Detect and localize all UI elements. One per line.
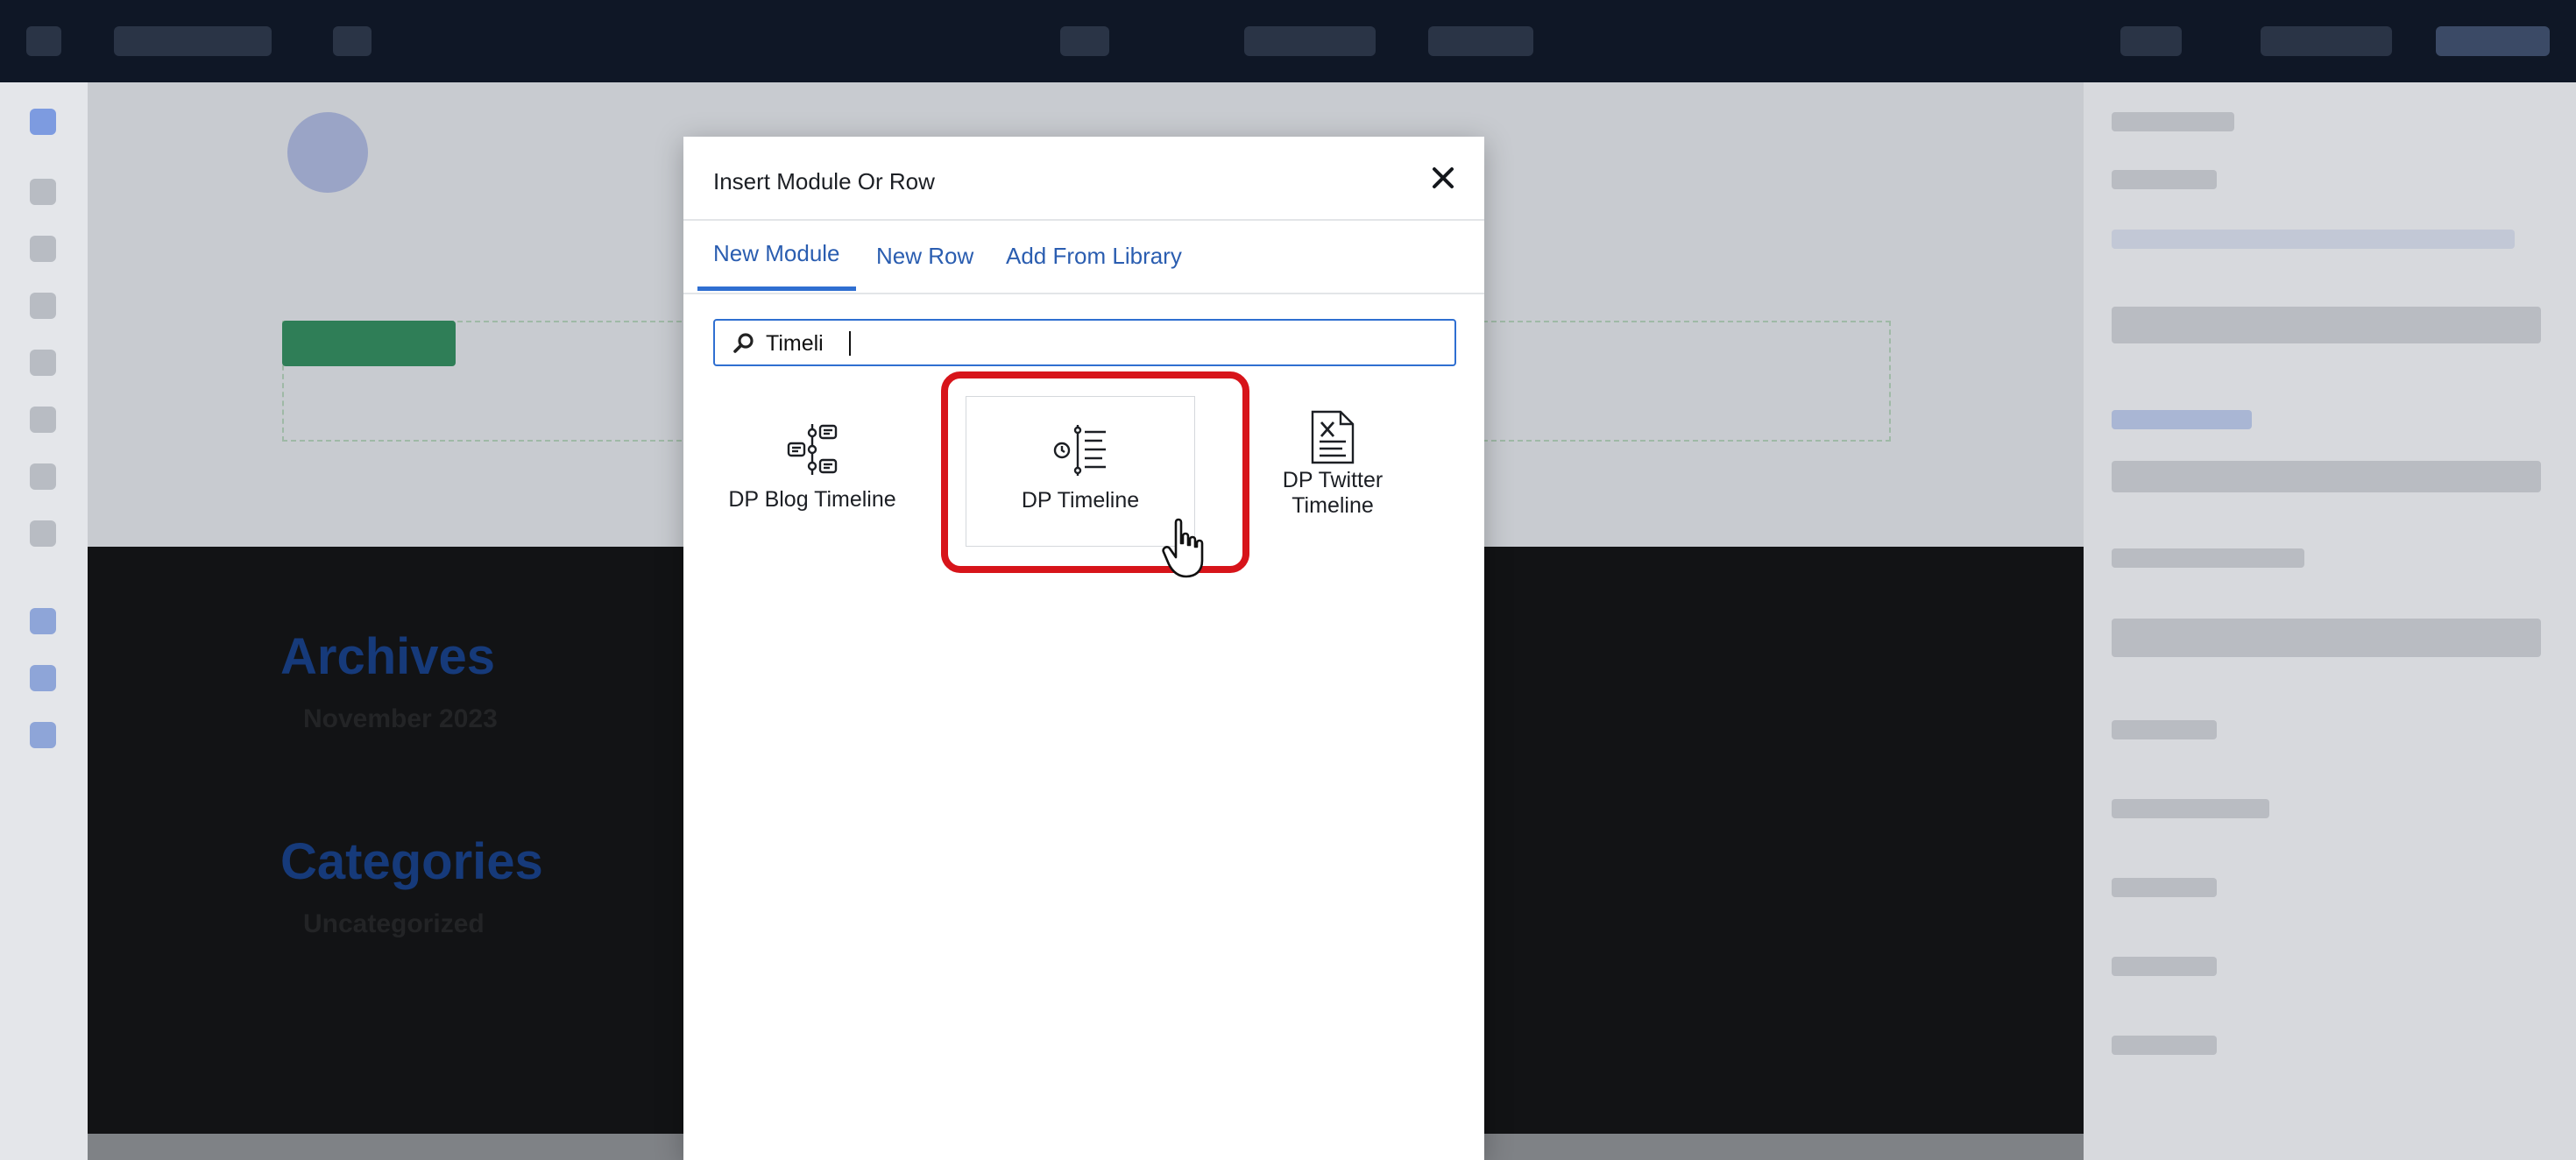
panel-section[interactable] <box>2112 548 2304 568</box>
tab-add-from-library[interactable]: Add From Library <box>1006 221 1182 291</box>
insert-module-dialog: Insert Module Or Row New Module New Row … <box>683 137 1484 1160</box>
toolbar-icon[interactable] <box>30 407 56 433</box>
categories-heading: Categories <box>280 833 543 890</box>
panel-search[interactable] <box>2112 307 2541 343</box>
panel-field[interactable] <box>2112 461 2541 492</box>
module-label: DP Twitter Timeline <box>1282 468 1384 518</box>
dialog-header: Insert Module Or Row <box>683 137 1484 221</box>
preview-chip[interactable] <box>2261 26 2392 56</box>
close-icon <box>1433 167 1454 188</box>
dialog-title: Insert Module Or Row <box>713 168 935 195</box>
timeline-icon <box>1053 425 1106 476</box>
module-dp-blog-timeline[interactable]: DP Blog Timeline <box>697 396 927 547</box>
post-title-chip[interactable] <box>114 26 272 56</box>
panel-section[interactable] <box>2112 1036 2217 1055</box>
builder-topbar <box>0 0 2576 82</box>
panel-section[interactable] <box>2112 720 2217 739</box>
module-label: DP Blog Timeline <box>728 487 896 512</box>
builder-left-toolbar <box>0 82 88 1160</box>
categories-item: Uncategorized <box>303 909 485 938</box>
toolbar-icon[interactable] <box>30 463 56 490</box>
row-label-chip <box>282 321 456 366</box>
tab-new-module[interactable]: New Module <box>697 221 856 291</box>
toolbar-icon[interactable] <box>30 608 56 634</box>
toolbar-icon[interactable] <box>30 665 56 691</box>
panel-section[interactable] <box>2112 957 2217 976</box>
device-icon[interactable] <box>1060 26 1109 56</box>
save-chip[interactable] <box>2436 26 2550 56</box>
twitter-timeline-icon <box>1311 410 1355 464</box>
panel-tabs[interactable] <box>2112 230 2515 249</box>
menu-icon[interactable] <box>26 26 61 56</box>
panel-button[interactable] <box>2112 619 2541 657</box>
panel-section[interactable] <box>2112 410 2252 429</box>
toolbar-icon[interactable] <box>30 350 56 376</box>
tab-new-row[interactable]: New Row <box>876 221 973 291</box>
panel-section[interactable] <box>2112 878 2217 897</box>
archives-item: November 2023 <box>303 704 498 733</box>
tools-chip[interactable] <box>1428 26 1533 56</box>
dialog-tabs: New Module New Row Add From Library <box>683 221 1484 294</box>
toolbar-icon[interactable] <box>30 236 56 262</box>
module-label: DP Timeline <box>1021 488 1140 513</box>
archives-heading: Archives <box>280 628 496 685</box>
toolbar-icon[interactable] <box>30 520 56 547</box>
text-caret <box>849 331 851 356</box>
search-input[interactable] <box>764 326 1451 361</box>
layout-icon[interactable] <box>333 26 372 56</box>
panel-breadcrumb <box>2112 112 2234 131</box>
panel-section[interactable] <box>2112 799 2269 818</box>
module-search[interactable] <box>713 319 1456 366</box>
history-chip[interactable] <box>1244 26 1376 56</box>
toolbar-icon[interactable] <box>30 179 56 205</box>
blog-timeline-icon <box>787 424 838 475</box>
search-icon <box>733 333 754 353</box>
exit-chip[interactable] <box>2120 26 2182 56</box>
toolbar-icon[interactable] <box>30 722 56 748</box>
module-dp-timeline[interactable]: DP Timeline <box>966 396 1195 547</box>
close-button[interactable] <box>1421 156 1465 200</box>
panel-title <box>2112 170 2217 189</box>
add-icon[interactable] <box>30 109 56 135</box>
site-logo <box>287 112 368 193</box>
module-dp-twitter-timeline[interactable]: DP Twitter Timeline <box>1218 396 1447 547</box>
settings-panel <box>2084 82 2576 1160</box>
toolbar-icon[interactable] <box>30 293 56 319</box>
